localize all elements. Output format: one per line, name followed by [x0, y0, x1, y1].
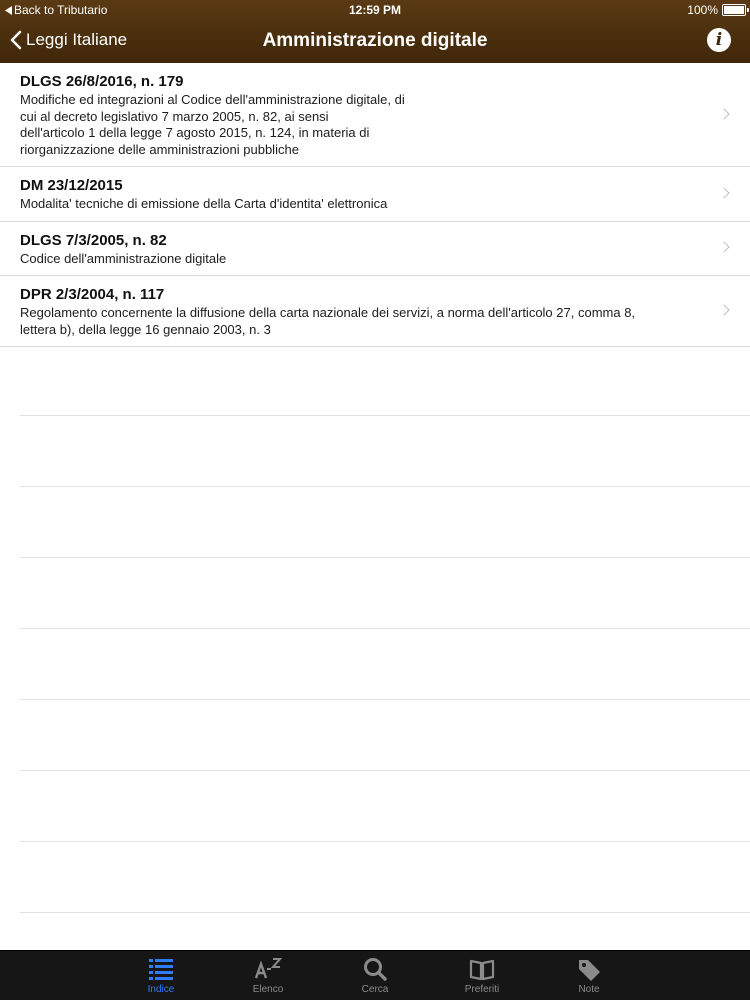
list-item[interactable]: DLGS 7/3/2005, n. 82 Codice dell'amminis…: [0, 222, 750, 276]
info-icon: i: [715, 30, 723, 50]
tab-cerca[interactable]: Cerca: [322, 951, 429, 1000]
list-item[interactable]: DLGS 26/8/2016, n. 179 Modifiche ed inte…: [0, 63, 750, 167]
chevron-right-icon: [718, 304, 730, 316]
list-icon: [149, 959, 173, 980]
back-to-app-label: Back to Tributario: [14, 3, 108, 17]
tab-note[interactable]: Note: [536, 951, 643, 1000]
law-list: DLGS 26/8/2016, n. 179 Modifiche ed inte…: [0, 63, 750, 347]
back-triangle-icon: [5, 5, 12, 15]
az-icon: [254, 958, 282, 979]
chevron-left-icon: [10, 30, 22, 50]
tab-preferiti[interactable]: Preferiti: [429, 951, 536, 1000]
empty-row-separator: [20, 345, 750, 416]
battery-percent: 100%: [687, 3, 718, 17]
battery-icon: [722, 4, 749, 16]
empty-row-separator: [20, 771, 750, 842]
item-title: DM 23/12/2015: [20, 177, 123, 194]
chevron-right-icon: [718, 241, 730, 253]
tab-label: Preferiti: [464, 984, 500, 995]
item-description: Modifiche ed integrazioni al Codice dell…: [20, 92, 405, 157]
back-to-app-link[interactable]: Back to Tributario: [5, 3, 107, 17]
tab-label: Elenco: [252, 984, 284, 995]
battery-indicator: 100%: [687, 3, 749, 17]
info-button[interactable]: i: [707, 28, 731, 52]
empty-list-area: [20, 345, 750, 913]
list-item[interactable]: DM 23/12/2015 Modalita' tecniche di emis…: [0, 167, 750, 222]
empty-row-separator: [20, 842, 750, 913]
navigation-bar: Leggi Italiane Amministrazione digitale …: [0, 20, 750, 63]
item-description: Regolamento concernente la diffusione de…: [20, 305, 636, 337]
item-description: Modalita' tecniche di emissione della Ca…: [20, 196, 388, 211]
nav-back-label: Leggi Italiane: [26, 30, 128, 49]
empty-row-separator: [20, 487, 750, 558]
tab-elenco[interactable]: Elenco: [215, 951, 322, 1000]
tab-label: Cerca: [361, 984, 389, 995]
tag-icon: [579, 960, 600, 981]
status-time: 12:59 PM: [348, 3, 402, 17]
item-description: Codice dell'amministrazione digitale: [20, 250, 227, 266]
empty-row-separator: [20, 700, 750, 771]
item-title: DLGS 7/3/2005, n. 82: [20, 231, 167, 249]
search-icon: [364, 958, 387, 981]
list-item[interactable]: DPR 2/3/2004, n. 117 Regolamento concern…: [0, 276, 750, 347]
tab-indice[interactable]: Indice: [108, 951, 215, 1000]
chevron-right-icon: [718, 187, 730, 199]
nav-back-button[interactable]: Leggi Italiane: [10, 30, 127, 50]
tab-label: Note: [578, 984, 600, 995]
empty-row-separator: [20, 558, 750, 629]
status-bar: Back to Tributario 12:59 PM 100%: [0, 0, 750, 20]
item-title: DPR 2/3/2004, n. 117: [20, 286, 165, 303]
chevron-right-icon: [718, 107, 730, 120]
empty-row-separator: [20, 629, 750, 700]
tab-label: Indice: [147, 984, 175, 995]
empty-row-separator: [20, 416, 750, 487]
item-title: DLGS 26/8/2016, n. 179: [20, 73, 184, 90]
top-bar: Back to Tributario 12:59 PM 100% Leggi I…: [0, 0, 750, 63]
book-icon: [469, 959, 495, 981]
tab-bar: Indice Elenco Cerca Preferiti Note: [0, 950, 750, 1000]
